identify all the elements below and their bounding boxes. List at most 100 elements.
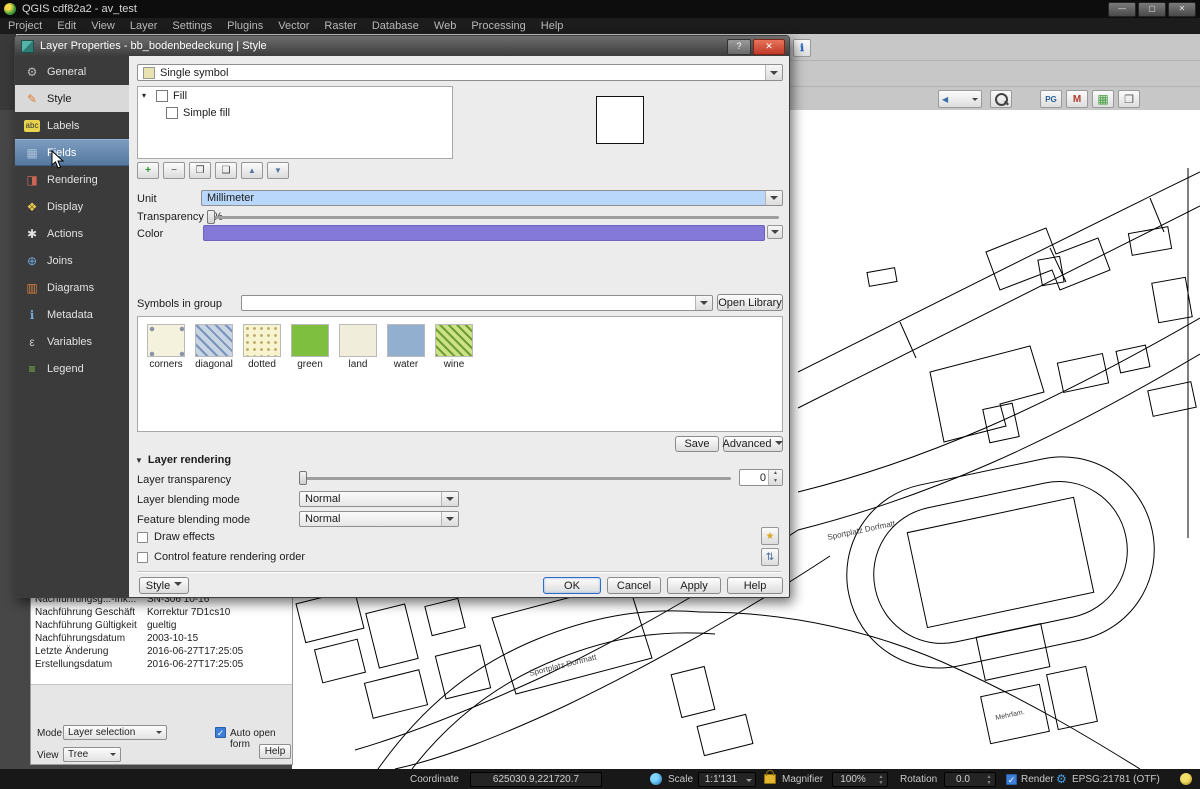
symbol-list[interactable]: corners diagonal dotted green [137,316,783,432]
identify-help-button[interactable]: Help [259,744,291,759]
layer-transparency-spinbox[interactable]: 0 ▲▼ [739,469,783,486]
view-select[interactable]: Tree [63,747,121,762]
postgis-layer-button[interactable]: PG [1040,90,1062,108]
crs-gear-icon[interactable]: ⚙ [1056,769,1067,789]
apply-button[interactable]: Apply [667,577,721,594]
cancel-button[interactable]: Cancel [607,577,661,594]
maximize-button[interactable]: ▢ [1138,2,1166,17]
sidebar-item-joins[interactable]: ⊕ Joins [15,247,129,274]
duplicate-symbol-layer-button[interactable]: ❐ [189,162,211,179]
table-row[interactable]: Nachführungsdatum 2003-10-15 [31,632,292,645]
menu-item-raster[interactable]: Raster [324,20,356,32]
sidebar-item-diagrams[interactable]: ▥ Diagrams [15,274,129,301]
layer-rendering-section-header[interactable]: ▼ Layer rendering [135,454,231,466]
virtual-layer-button[interactable]: ▦ [1092,90,1114,108]
crs-status-button[interactable]: EPSG:21781 (OTF) [1072,769,1160,789]
dialog-help-button[interactable]: ? [727,39,751,55]
symbol-swatch-dotted[interactable]: dotted [241,324,283,370]
open-library-button[interactable]: Open Library [717,294,783,311]
dialog-titlebar[interactable]: Layer Properties - bb_bodenbedeckung | S… [15,36,789,56]
advanced-button[interactable]: Advanced [723,436,783,452]
sidebar-item-fields[interactable]: ▦ Fields [15,139,129,166]
menu-item-edit[interactable]: Edit [57,20,76,32]
menu-item-processing[interactable]: Processing [471,20,525,32]
table-row[interactable]: Erstellungsdatum 2016-06-27T17:25:05 [31,658,292,671]
sidebar-item-legend[interactable]: ≡ Legend [15,355,129,382]
rotation-spinbox[interactable]: 0.0▲▼ [944,772,996,787]
symbol-swatch-green[interactable]: green [289,324,331,370]
zoom-button[interactable] [990,90,1012,108]
sidebar-item-labels[interactable]: abc Labels [15,112,129,139]
menu-item-layer[interactable]: Layer [130,20,158,32]
spin-arrows-icon[interactable]: ▲▼ [876,774,886,785]
customize-effects-button[interactable]: ★ [761,527,779,545]
layer-blending-mode-select[interactable]: Normal [299,491,459,507]
table-row[interactable]: Nachführung Geschäft Korrektur 7D1cs10 [31,606,292,619]
symbol-swatch-corners[interactable]: corners [145,324,187,370]
table-row[interactable]: Letzte Änderung 2016-06-27T17:25:05 [31,645,292,658]
log-messages-icon[interactable] [1180,769,1192,789]
render-checkbox[interactable] [1006,774,1017,785]
menu-item-web[interactable]: Web [434,20,456,32]
slider-handle[interactable] [207,210,215,224]
move-down-button[interactable]: ▼ [267,162,289,179]
identify-attribute-table[interactable]: Nachführungsg...-Ink... SN-306 10-16 Nac… [31,589,292,685]
identify-features-button[interactable]: ℹ [793,39,811,57]
copy-style-button[interactable]: ❐ [1118,90,1140,108]
minimize-button[interactable]: — [1108,2,1136,17]
coordinate-input[interactable]: 625030.9,221720.7 [470,772,602,787]
render-toggle[interactable]: Render [1006,769,1054,789]
mode-select[interactable]: Layer selection [63,725,167,740]
menu-item-view[interactable]: View [91,20,115,32]
symbol-swatch-land[interactable]: land [337,324,379,370]
scale-select[interactable]: 1:1'131 [698,772,756,787]
auto-open-form-checkbox[interactable] [215,727,226,738]
menu-item-settings[interactable]: Settings [172,20,212,32]
save-symbol-button[interactable]: Save [675,436,719,452]
magnifier-spinbox[interactable]: 100%▲▼ [832,772,888,787]
renderer-type-select[interactable]: Single symbol [137,64,783,81]
menu-item-database[interactable]: Database [372,20,419,32]
sidebar-item-style[interactable]: ✎ Style [15,85,129,112]
navigation-combo[interactable]: ◀ [938,90,982,108]
symbol-tree-child-row[interactable]: Simple fill [138,104,452,121]
symbol-layer-tree[interactable]: ▾ Fill Simple fill [137,86,453,159]
add-symbol-layer-button[interactable]: + [137,162,159,179]
sidebar-item-display[interactable]: ❖ Display [15,193,129,220]
menu-item-help[interactable]: Help [541,20,564,32]
lock-scale-icon[interactable] [764,769,776,789]
sidebar-item-variables[interactable]: ε Variables [15,328,129,355]
menu-item-project[interactable]: Project [8,20,42,32]
sidebar-item-general[interactable]: ⚙ General [15,58,129,85]
sidebar-item-actions[interactable]: ✱ Actions [15,220,129,247]
symbol-group-select[interactable] [241,295,713,311]
symbol-swatch-diagonal[interactable]: diagonal [193,324,235,370]
feature-blending-mode-select[interactable]: Normal [299,511,459,527]
unit-select[interactable]: Millimeter [201,190,783,206]
sidebar-item-metadata[interactable]: ℹ Metadata [15,301,129,328]
close-button[interactable]: ✕ [1168,2,1196,17]
menu-item-plugins[interactable]: Plugins [227,20,263,32]
mssql-layer-button[interactable]: M [1066,90,1088,108]
move-up-button[interactable]: ▲ [241,162,263,179]
spin-arrows-icon[interactable]: ▲▼ [984,774,994,785]
remove-symbol-layer-button[interactable]: − [163,162,185,179]
lock-color-button[interactable]: ❑ [215,162,237,179]
control-rendering-order-checkbox[interactable] [137,552,148,563]
spin-arrows-icon[interactable]: ▲▼ [768,470,782,485]
symbol-tree-root-row[interactable]: ▾ Fill [138,87,452,104]
slider-handle[interactable] [299,471,307,485]
sidebar-item-rendering[interactable]: ◨ Rendering [15,166,129,193]
help-button[interactable]: Help [727,577,783,594]
symbol-swatch-wine[interactable]: wine [433,324,475,370]
style-menu-button[interactable]: Style [139,577,189,594]
draw-effects-checkbox[interactable] [137,532,148,543]
color-button[interactable] [203,225,765,241]
color-dropdown-button[interactable] [767,225,783,239]
transparency-slider[interactable] [207,210,779,225]
dialog-close-button[interactable]: ✕ [753,39,785,55]
layer-transparency-slider[interactable] [299,471,731,486]
tracking-icon[interactable] [650,769,662,789]
table-row[interactable]: Nachführung Gültigkeit gueltig [31,619,292,632]
define-order-button[interactable]: ⇅ [761,548,779,566]
